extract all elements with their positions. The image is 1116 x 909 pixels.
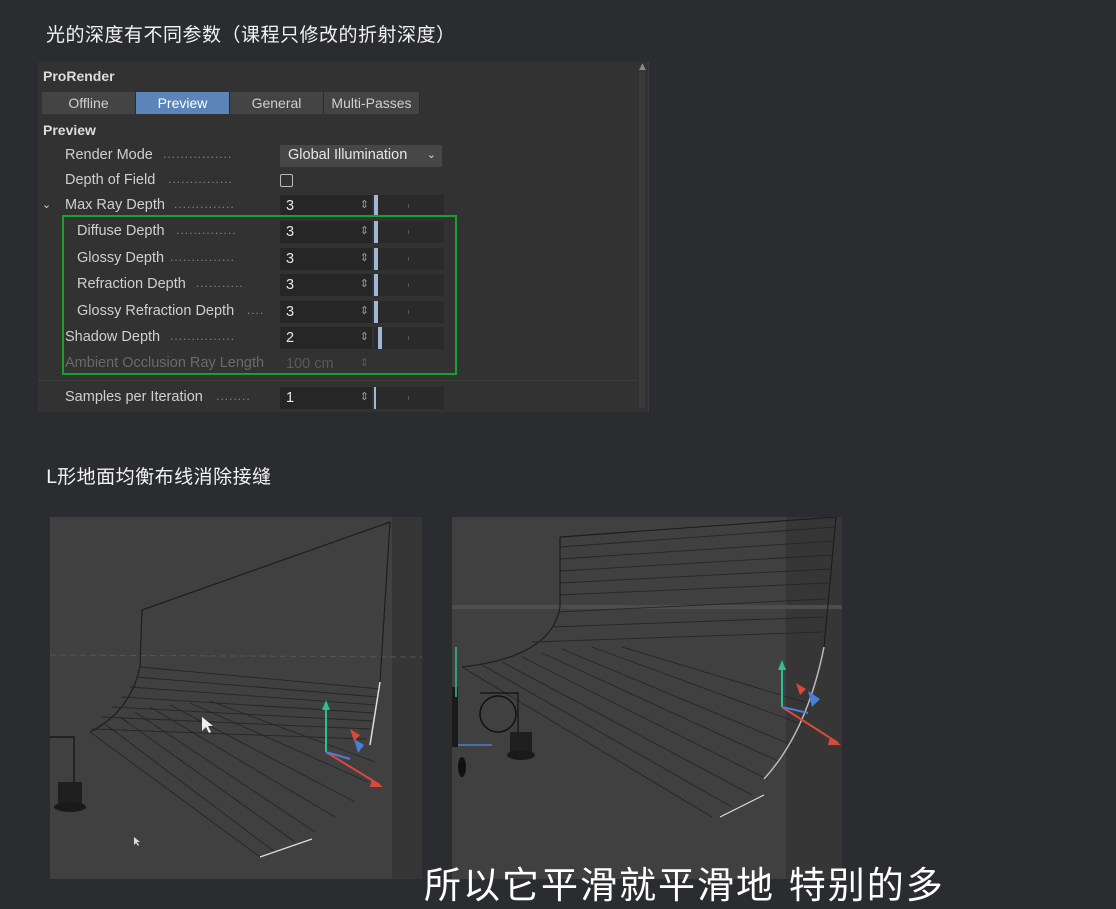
render-mode-label: Render Mode <box>65 147 153 163</box>
max-ray-depth-label: Max Ray Depth <box>65 197 165 213</box>
samples-per-iteration-label: Samples per Iteration <box>65 389 203 405</box>
collapse-chevron-icon[interactable]: ⌄ <box>42 198 51 211</box>
depth-of-field-label: Depth of Field <box>65 172 156 188</box>
depth-of-field-row: Depth of Field ............... <box>38 170 638 192</box>
tab-general[interactable]: General <box>230 92 324 114</box>
prorender-settings-panel: ProRender ▲ Offline Preview General Mult… <box>38 62 649 412</box>
max-ray-depth-field[interactable]: 3 ⇕ <box>280 195 372 217</box>
spinner-icon[interactable]: ⇕ <box>360 390 369 403</box>
top-heading: 光的深度有不同参数（课程只修改的折射深度） <box>46 24 456 46</box>
render-mode-row: Render Mode ................ Global Illu… <box>38 145 638 167</box>
spinner-icon[interactable]: ⇕ <box>360 198 369 211</box>
section-preview-heading: Preview <box>43 122 96 138</box>
max-ray-depth-row: ⌄ Max Ray Depth .............. 3 ⇕ <box>38 195 638 217</box>
wireframe-right <box>452 517 842 879</box>
divider <box>38 380 636 381</box>
scrollbar[interactable] <box>639 72 645 408</box>
bottom-heading: L形地面均衡布线消除接缝 <box>46 466 272 488</box>
tab-bar: Offline Preview General Multi-Passes <box>42 92 420 114</box>
samples-per-iteration-row: Samples per Iteration ........ 1 ⇕ <box>38 387 638 409</box>
scroll-up-icon[interactable]: ▲ <box>639 62 646 72</box>
tab-preview[interactable]: Preview <box>136 92 230 114</box>
chevron-down-icon: ⌄ <box>426 149 436 161</box>
samples-per-iteration-field[interactable]: 1 ⇕ <box>280 387 372 409</box>
viewport-right[interactable] <box>452 517 842 879</box>
video-subtitle: 所以它平滑就平滑地 特别的多 <box>424 864 945 907</box>
depth-of-field-checkbox[interactable] <box>280 174 293 187</box>
tab-offline[interactable]: Offline <box>42 92 136 114</box>
max-ray-depth-slider[interactable] <box>374 195 444 217</box>
wireframe-left <box>50 517 422 879</box>
tab-multi-passes[interactable]: Multi-Passes <box>324 92 420 114</box>
panel-title: ProRender <box>43 68 115 84</box>
highlight-box <box>62 215 457 375</box>
render-mode-select[interactable]: Global Illumination ⌄ <box>280 145 442 167</box>
samples-per-iteration-slider[interactable] <box>374 387 444 409</box>
viewport-left[interactable] <box>50 517 422 879</box>
